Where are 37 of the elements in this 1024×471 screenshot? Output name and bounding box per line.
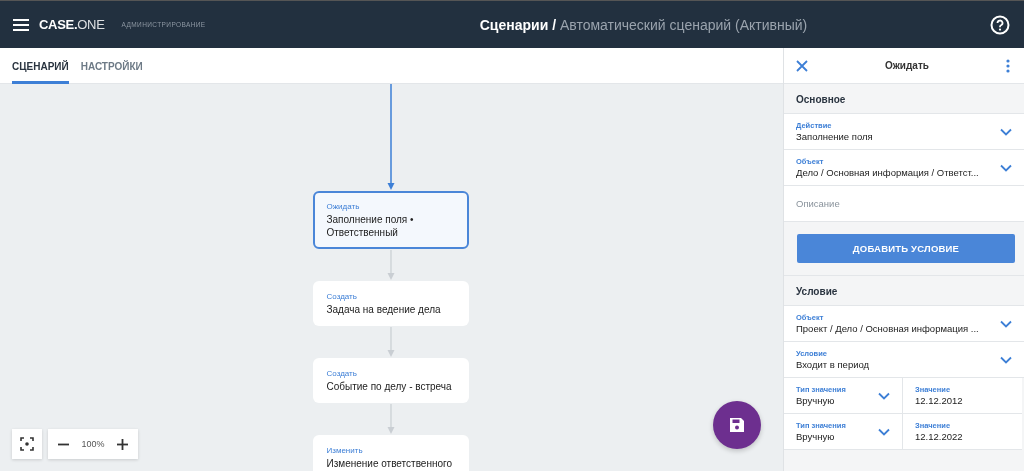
- text-field[interactable]: Описание: [784, 186, 1024, 222]
- add-condition-button[interactable]: ДОБАВИТЬ УСЛОВИЕ: [797, 234, 1015, 263]
- chevron-down-icon[interactable]: [1000, 163, 1012, 172]
- save-button[interactable]: [713, 401, 761, 449]
- chevron-down-icon[interactable]: [1000, 127, 1012, 136]
- chevron-down-icon[interactable]: [878, 427, 890, 436]
- panel-title: Ожидать: [885, 60, 929, 71]
- page-title: Сценарии / Автоматический сценарий (Активный): [478, 16, 809, 33]
- node-text: Событие по делу - встреча: [326, 380, 453, 393]
- flow-node[interactable]: Создать Событие по делу - встреча: [312, 358, 469, 403]
- flow-node[interactable]: Создать Задача на ведение дела: [312, 281, 469, 326]
- chevron-down-icon[interactable]: [1000, 355, 1012, 364]
- node-text: Задача на ведение дела: [326, 303, 442, 316]
- focus-frame-icon: [20, 437, 34, 451]
- close-icon[interactable]: [796, 59, 808, 72]
- connector-arrow: [386, 404, 395, 434]
- connector-arrow: [386, 327, 395, 357]
- node-text: Заполнение поля • Ответственный: [326, 213, 415, 239]
- save-icon: [729, 417, 745, 433]
- flow-node[interactable]: Изменить Изменение ответственного: [312, 435, 469, 471]
- zoom-level: 100%: [81, 439, 105, 449]
- logo: CASE.ONE: [39, 17, 105, 32]
- menu-icon[interactable]: [13, 18, 29, 31]
- chevron-down-icon[interactable]: [878, 391, 890, 400]
- tab[interactable]: НАСТРОЙКИ: [80, 48, 143, 84]
- zoom-in-icon[interactable]: [117, 438, 128, 450]
- node-type: Ожидать: [326, 202, 361, 211]
- more-options-icon[interactable]: [1006, 58, 1010, 73]
- flow-node[interactable]: Ожидать Заполнение поля • Ответственный: [312, 191, 469, 249]
- fit-view-button[interactable]: [12, 429, 42, 459]
- node-type: Создать: [326, 292, 358, 301]
- node-type: Изменить: [326, 446, 364, 455]
- node-type: Создать: [326, 369, 358, 378]
- node-text: Изменение ответственного: [326, 457, 453, 470]
- chevron-down-icon[interactable]: [1000, 319, 1012, 328]
- help-icon[interactable]: [990, 14, 1010, 35]
- connector-arrow: [386, 250, 395, 280]
